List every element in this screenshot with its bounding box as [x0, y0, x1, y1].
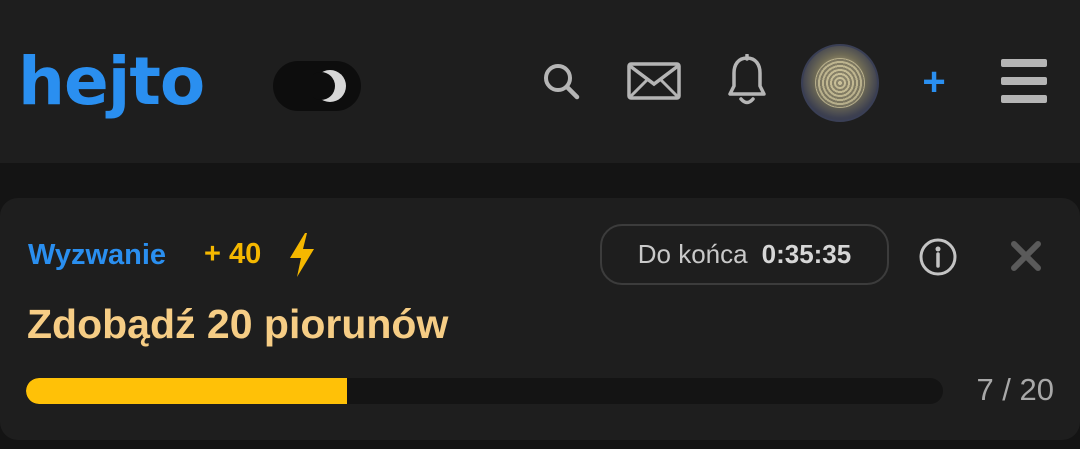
theme-toggle[interactable] [273, 61, 361, 111]
messages-button[interactable] [624, 56, 684, 106]
timer-label: Do końca [637, 239, 748, 269]
lightning-icon [290, 233, 314, 277]
challenge-points: + 40 [204, 238, 262, 270]
progress-count: 7 / 20 [976, 372, 1054, 407]
logo-text: hejto [18, 43, 205, 120]
mail-icon [627, 62, 681, 100]
challenge-progress-bar [26, 378, 943, 404]
challenge-info-button[interactable] [918, 237, 958, 277]
challenge-label: Wyzwanie [28, 239, 167, 271]
plus-icon: + [922, 60, 946, 104]
main-menu-button[interactable] [1000, 58, 1048, 104]
timer-value: 0:35:35 [761, 239, 852, 269]
search-button[interactable] [536, 56, 586, 106]
close-challenge-button[interactable] [1006, 236, 1046, 276]
progress-fill [26, 378, 347, 404]
challenge-timer: Do końca 0:35:35 [600, 224, 889, 285]
top-navigation-bar: hejto + [0, 0, 1080, 163]
info-icon [919, 238, 957, 276]
add-post-button[interactable]: + [912, 58, 956, 106]
hejto-logo[interactable]: hejto [18, 44, 248, 120]
bell-icon [728, 54, 766, 105]
moon-icon [313, 70, 346, 102]
search-icon [544, 64, 580, 100]
hamburger-menu-icon [1001, 59, 1047, 103]
notifications-button[interactable] [722, 52, 772, 110]
user-avatar[interactable] [801, 44, 879, 122]
close-icon [1011, 241, 1041, 271]
challenge-title: Zdobądź 20 piorunów [27, 301, 449, 347]
